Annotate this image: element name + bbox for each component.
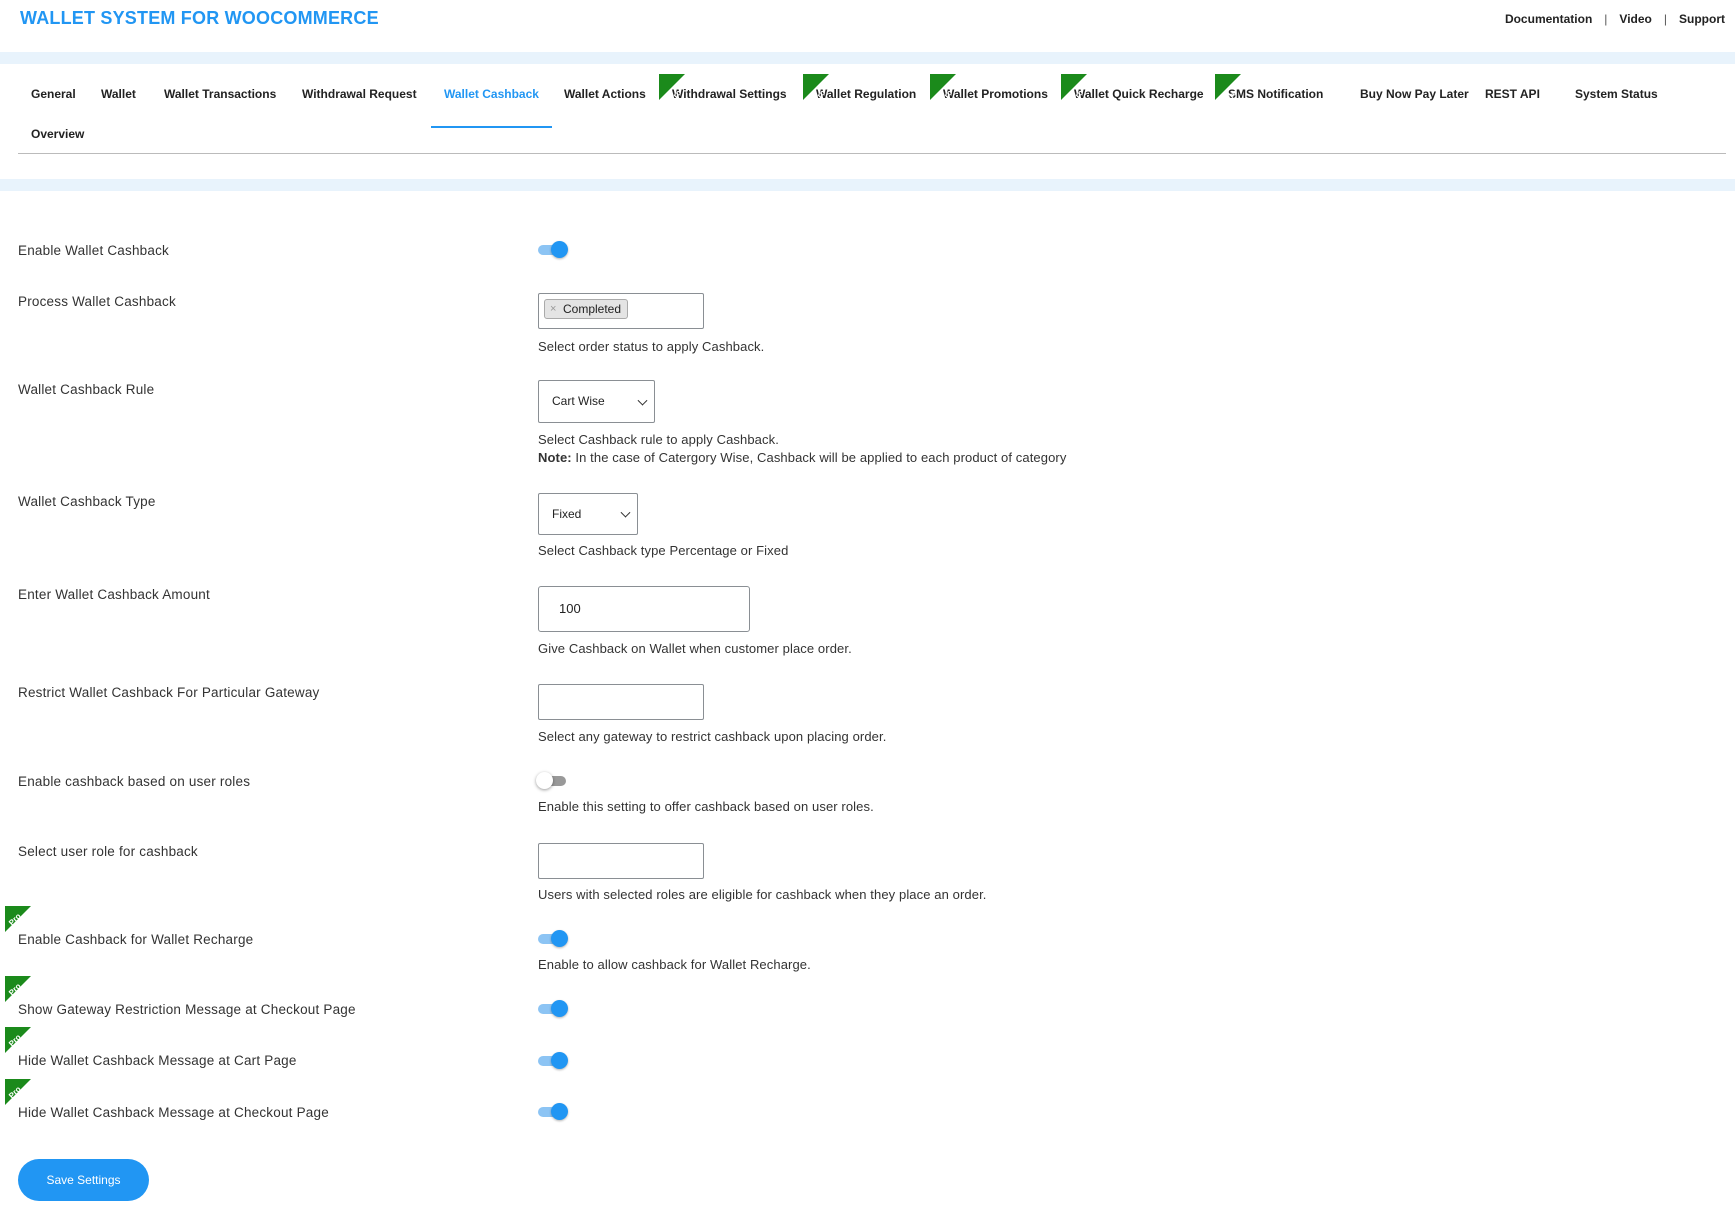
tab-label: Wallet Transactions	[164, 87, 277, 101]
recharge-cashback-label: Enable Cashback for Wallet Recharge	[18, 932, 254, 947]
top-stripe	[0, 52, 1735, 64]
restrict-gateway-help: Select any gateway to restrict cashback …	[538, 729, 887, 744]
cashback-amount-label: Enter Wallet Cashback Amount	[18, 587, 210, 602]
process-cashback-label: Process Wallet Cashback	[18, 294, 176, 309]
top-links: Documentation | Video | Support	[1505, 12, 1725, 26]
tab-withdrawal-request[interactable]: Withdrawal Request	[289, 80, 430, 120]
select-role-label: Select user role for cashback	[18, 844, 198, 859]
chevron-down-icon	[637, 395, 648, 406]
cashback-rule-note: Note: In the case of Catergory Wise, Cas…	[538, 450, 1066, 465]
remove-chip-icon[interactable]: ×	[550, 300, 556, 318]
cashback-rule-label: Wallet Cashback Rule	[18, 382, 155, 397]
enable-cashback-toggle[interactable]	[538, 240, 568, 258]
tabs-stripe	[0, 179, 1735, 191]
support-link[interactable]: Support	[1679, 12, 1725, 26]
tab-label: Wallet	[101, 87, 136, 101]
cashback-amount-help: Give Cashback on Wallet when customer pl…	[538, 641, 852, 656]
enable-cashback-label: Enable Wallet Cashback	[18, 243, 169, 258]
save-settings-button[interactable]: Save Settings	[18, 1159, 149, 1201]
chevron-down-icon	[620, 507, 631, 518]
tab-overview[interactable]: Overview	[18, 120, 97, 160]
tab-label: Overview	[31, 127, 85, 141]
settings-tabs: General Wallet Wallet Transactions Withd…	[18, 66, 1726, 154]
tab-wallet-actions[interactable]: Wallet Actions	[551, 80, 659, 120]
tab-wallet[interactable]: Wallet	[88, 80, 149, 120]
user-roles-label: Enable cashback based on user roles	[18, 774, 251, 789]
chip-label: Completed	[563, 302, 622, 316]
note-text: In the case of Catergory Wise, Cashback …	[571, 450, 1067, 465]
hide-checkout-message-toggle[interactable]	[538, 1102, 568, 1120]
cashback-rule-help: Select Cashback rule to apply Cashback.	[538, 432, 779, 447]
tab-label: Wallet Actions	[564, 87, 646, 101]
tab-system-status[interactable]: System Status	[1562, 80, 1671, 120]
pro-badge-label: Pro	[938, 87, 955, 104]
hide-cart-message-toggle[interactable]	[538, 1051, 568, 1069]
pro-badge-label: Pro	[811, 87, 828, 104]
tab-label: Buy Now Pay Later	[1360, 87, 1469, 101]
hide-cart-message-label: Hide Wallet Cashback Message at Cart Pag…	[18, 1053, 297, 1068]
tab-label: System Status	[1575, 87, 1658, 101]
tab-label: Withdrawal Settings	[672, 87, 787, 101]
tab-wallet-regulation[interactable]: Pro Wallet Regulation	[803, 74, 929, 120]
tab-wallet-cashback[interactable]: Wallet Cashback	[431, 80, 552, 128]
gateway-message-label: Show Gateway Restriction Message at Chec…	[18, 1002, 356, 1017]
hide-checkout-message-label: Hide Wallet Cashback Message at Checkout…	[18, 1105, 329, 1120]
separator: |	[1604, 12, 1608, 26]
select-value: Cart Wise	[552, 394, 605, 408]
tab-buy-now-pay-later[interactable]: Buy Now Pay Later	[1347, 80, 1482, 120]
order-status-multiselect[interactable]: × Completed	[538, 293, 704, 329]
selected-status-chip: × Completed	[544, 299, 629, 319]
cashback-type-label: Wallet Cashback Type	[18, 494, 156, 509]
cashback-rule-select[interactable]: Cart Wise	[538, 380, 655, 423]
video-link[interactable]: Video	[1619, 12, 1651, 26]
recharge-cashback-toggle[interactable]	[538, 929, 568, 947]
tab-wallet-quick-recharge[interactable]: Pro Wallet Quick Recharge	[1061, 74, 1217, 120]
tab-label: Withdrawal Request	[302, 87, 417, 101]
tab-general[interactable]: General	[18, 80, 89, 120]
user-role-select[interactable]	[538, 843, 704, 879]
cashback-type-select[interactable]: Fixed	[538, 493, 638, 535]
cashback-amount-input[interactable]: 100	[538, 586, 750, 632]
process-cashback-help: Select order status to apply Cashback.	[538, 339, 765, 354]
tab-withdrawal-settings[interactable]: Pro Withdrawal Settings	[659, 74, 800, 120]
pro-badge-label: Pro	[667, 87, 684, 104]
separator: |	[1663, 12, 1667, 26]
tab-label: Wallet Cashback	[444, 87, 539, 101]
top-bar: WALLET SYSTEM FOR WOOCOMMERCE Documentat…	[0, 0, 1735, 52]
tab-wallet-transactions[interactable]: Wallet Transactions	[151, 80, 289, 120]
tab-sms-notification[interactable]: Pro SMS Notification	[1215, 74, 1336, 120]
cashback-type-help: Select Cashback type Percentage or Fixed	[538, 543, 789, 558]
gateway-message-toggle[interactable]	[538, 999, 568, 1017]
tab-label: General	[31, 87, 76, 101]
note-label: Note:	[538, 450, 572, 465]
tab-rest-api[interactable]: REST API	[1472, 80, 1553, 120]
tab-label: REST API	[1485, 87, 1540, 101]
pro-badge-label: Pro	[1069, 87, 1086, 104]
pro-badge-label: Pro	[1223, 87, 1240, 104]
tab-wallet-promotions[interactable]: Pro Wallet Promotions	[930, 74, 1061, 120]
recharge-cashback-help: Enable to allow cashback for Wallet Rech…	[538, 957, 811, 972]
tab-label: Wallet Quick Recharge	[1074, 87, 1204, 101]
select-value: Fixed	[552, 507, 582, 521]
user-roles-toggle[interactable]	[536, 771, 568, 789]
app-title: WALLET SYSTEM FOR WOOCOMMERCE	[20, 8, 379, 28]
restrict-gateway-label: Restrict Wallet Cashback For Particular …	[18, 685, 320, 700]
select-role-help: Users with selected roles are eligible f…	[538, 887, 987, 902]
restrict-gateway-select[interactable]	[538, 684, 704, 720]
documentation-link[interactable]: Documentation	[1505, 12, 1592, 26]
user-roles-help: Enable this setting to offer cashback ba…	[538, 799, 874, 814]
